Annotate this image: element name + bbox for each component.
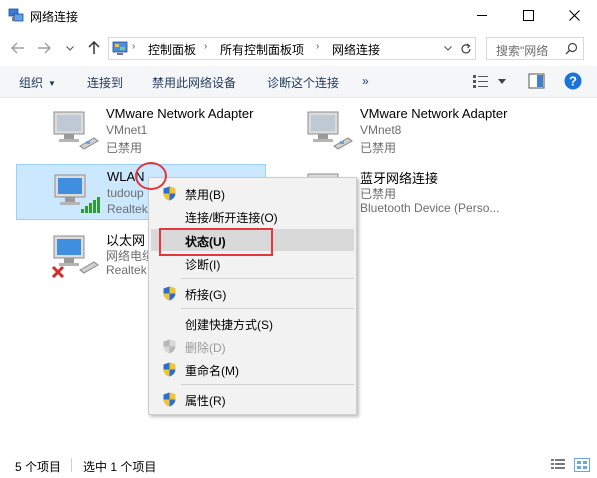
change-view-icon[interactable] — [472, 73, 489, 89]
menu-item-status[interactable]: 状态(U) — [151, 229, 354, 251]
chevron-down-icon — [444, 46, 452, 51]
refresh-button[interactable] — [456, 37, 476, 60]
connection-device: tudoup — [107, 186, 144, 200]
breadcrumb-control-panel[interactable]: 控制面板 — [148, 41, 196, 58]
menu-item-label: 连接/断开连接(O) — [185, 211, 278, 225]
preview-pane-icon[interactable] — [528, 73, 545, 89]
menu-item-label: 属性(R) — [185, 394, 226, 408]
close-button[interactable] — [551, 0, 597, 31]
command-bar: 组织 ▼ 连接到 禁用此网络设备 诊断这个连接 » ? — [0, 66, 597, 98]
connection-device: Realtek — [106, 263, 147, 277]
title-bar: 网络连接 — [0, 0, 597, 31]
uac-shield-icon — [163, 362, 176, 377]
search-input[interactable]: 搜索"网络 — [486, 37, 584, 60]
uac-shield-icon — [163, 339, 176, 354]
search-placeholder: 搜索"网络 — [496, 44, 549, 58]
menu-item-label: 诊断(I) — [185, 258, 221, 272]
menu-separator — [181, 384, 354, 385]
menu-item-properties[interactable]: 属性(R) — [151, 388, 354, 410]
breadcrumb-separator-icon: › — [204, 41, 208, 52]
recent-locations-button[interactable] — [60, 36, 80, 60]
breadcrumb-separator-icon: › — [132, 41, 136, 52]
address-bar[interactable]: › 控制面板 › 所有控制面板项 › 网络连接 — [108, 37, 476, 60]
menu-item-diagnose[interactable]: 诊断(I) — [151, 252, 354, 274]
svg-text:?: ? — [569, 74, 577, 89]
ethernet-adapter-icon — [51, 235, 99, 278]
organize-button[interactable]: 组织 ▼ — [19, 74, 56, 91]
control-panel-icon — [112, 41, 128, 55]
menu-separator — [181, 278, 354, 279]
menu-item-connect-disconnect[interactable]: 连接/断开连接(O) — [151, 205, 354, 227]
breadcrumb-all-items[interactable]: 所有控制面板项 — [220, 41, 304, 58]
connection-name: VMware Network Adapter — [106, 106, 254, 121]
menu-item-label: 状态(U) — [185, 235, 226, 249]
selection-count: 选中 1 个项目 — [83, 460, 157, 474]
diagnose-connection-button[interactable]: 诊断这个连接 — [267, 74, 339, 91]
connection-status: 已禁用 — [106, 141, 143, 155]
connect-to-button[interactable]: 连接到 — [87, 74, 123, 91]
large-icons-view-icon[interactable] — [574, 458, 590, 472]
connection-status: 网络电缆 — [106, 249, 155, 263]
connection-vmnet1[interactable]: VMware Network Adapter VMnet1 已禁用 — [16, 102, 266, 158]
window-title: 网络连接 — [30, 10, 79, 24]
maximize-button[interactable] — [505, 0, 551, 31]
view-options-dropdown-icon[interactable] — [498, 79, 506, 84]
connection-device: VMnet8 — [360, 123, 402, 137]
breadcrumb-network-connections[interactable]: 网络连接 — [332, 41, 380, 58]
help-icon[interactable]: ? — [564, 72, 582, 90]
arrow-left-icon — [11, 42, 24, 54]
menu-item-label: 创建快捷方式(S) — [185, 318, 273, 332]
close-icon — [568, 10, 580, 21]
connection-name: VMware Network Adapter — [360, 106, 508, 121]
menu-item-bridge[interactable]: 桥接(G) — [151, 282, 354, 304]
uac-shield-icon — [163, 186, 176, 201]
connection-status: Realtek — [107, 202, 148, 216]
status-divider — [71, 458, 72, 472]
forward-button[interactable] — [34, 36, 54, 60]
address-dropdown-button[interactable] — [440, 37, 456, 60]
connection-status: 已禁用 — [360, 187, 397, 201]
connection-device: Bluetooth Device (Perso... — [360, 201, 500, 215]
more-commands-button[interactable]: » — [362, 74, 369, 88]
connection-device: VMnet1 — [106, 123, 148, 137]
menu-item-label: 禁用(B) — [185, 188, 225, 202]
minimize-button[interactable] — [459, 0, 505, 31]
breadcrumb-separator-icon: › — [316, 41, 320, 52]
chevron-down-icon — [66, 45, 74, 51]
context-menu: 禁用(B) 连接/断开连接(O) 状态(U) 诊断(I) 桥接(G) 创建快捷方… — [148, 177, 357, 415]
menu-item-delete[interactable]: 删除(D) — [151, 335, 354, 357]
search-icon — [565, 42, 578, 55]
network-connections-icon — [8, 8, 24, 22]
menu-item-create-shortcut[interactable]: 创建快捷方式(S) — [151, 312, 354, 334]
dropdown-arrow-icon: ▼ — [48, 79, 56, 88]
refresh-icon — [461, 43, 471, 53]
menu-item-rename[interactable]: 重命名(M) — [151, 358, 354, 380]
details-view-icon[interactable] — [550, 458, 566, 472]
disable-device-button[interactable]: 禁用此网络设备 — [152, 74, 236, 91]
arrow-up-icon — [88, 41, 100, 54]
menu-separator — [181, 308, 354, 309]
status-bar: 5 个项目 选中 1 个项目 — [0, 450, 597, 478]
organize-label: 组织 — [19, 76, 44, 90]
uac-shield-icon — [163, 392, 176, 407]
network-adapter-icon — [307, 111, 353, 150]
uac-shield-icon — [163, 286, 176, 301]
connection-name: WLAN — [107, 169, 145, 184]
back-button[interactable] — [8, 36, 28, 60]
item-count: 5 个项目 — [15, 460, 62, 474]
menu-item-disable[interactable]: 禁用(B) — [151, 182, 354, 204]
network-adapter-icon — [53, 111, 99, 150]
menu-item-label: 桥接(G) — [185, 288, 227, 302]
wireless-adapter-icon — [54, 174, 100, 213]
connection-status: 已禁用 — [360, 141, 397, 155]
connection-vmnet8[interactable]: VMware Network Adapter VMnet8 已禁用 — [270, 102, 520, 158]
up-button[interactable] — [84, 36, 104, 60]
menu-item-label: 删除(D) — [185, 341, 226, 355]
menu-item-label: 重命名(M) — [185, 364, 239, 378]
arrow-right-icon — [38, 42, 51, 54]
address-row: › 控制面板 › 所有控制面板项 › 网络连接 搜索"网络 — [0, 31, 597, 65]
